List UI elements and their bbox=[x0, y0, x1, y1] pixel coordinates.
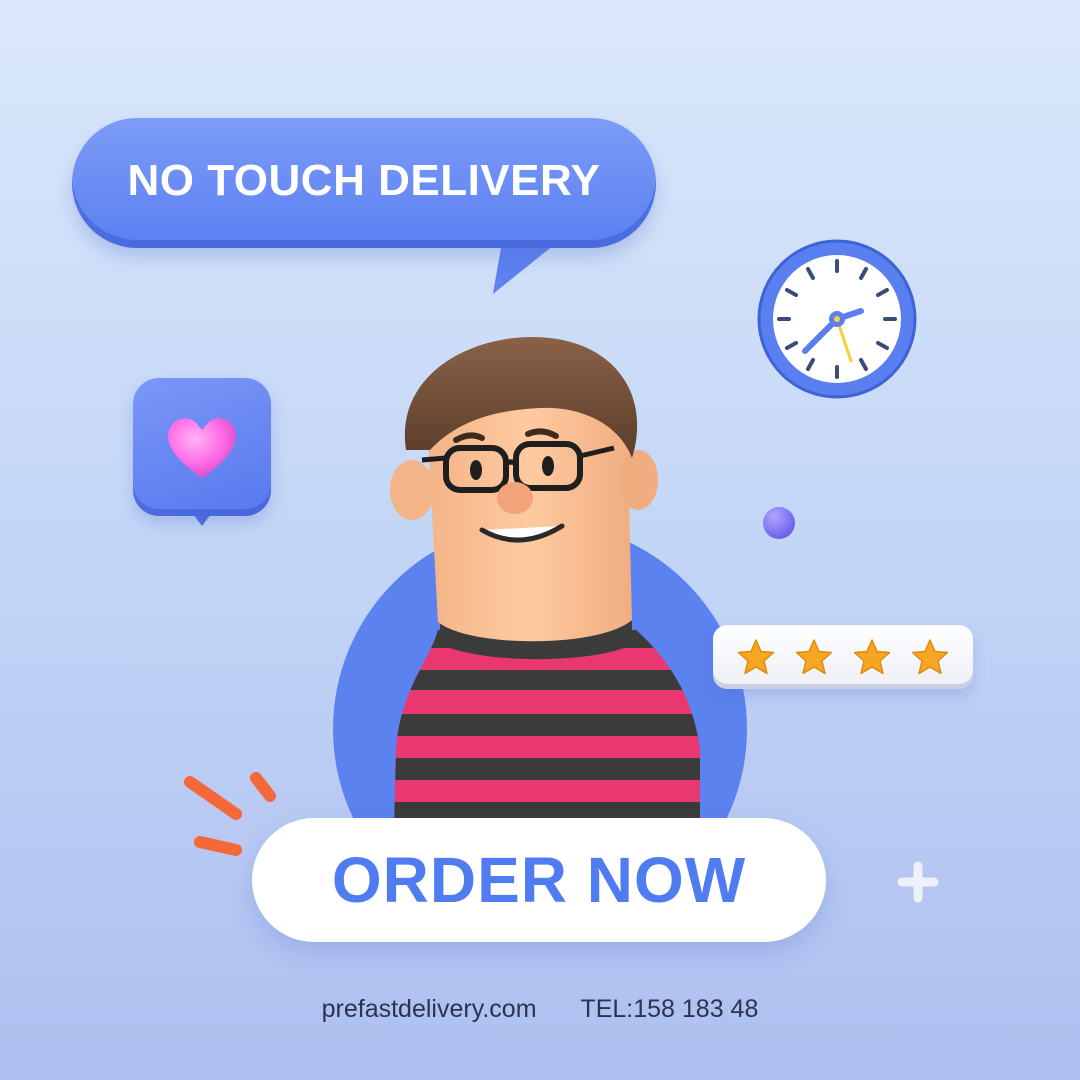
order-now-button[interactable]: ORDER NOW bbox=[252, 818, 826, 942]
heart-bubble bbox=[133, 378, 271, 516]
rating-card bbox=[713, 625, 973, 689]
character-avatar bbox=[390, 336, 700, 830]
footer: prefastdelivery.com TEL:158 183 48 bbox=[0, 995, 1080, 1024]
order-now-label: ORDER NOW bbox=[331, 844, 747, 916]
decorative-dot bbox=[763, 507, 795, 539]
website-link[interactable]: prefastdelivery.com bbox=[322, 995, 537, 1024]
headline-bubble: NO TOUCH DELIVERY bbox=[72, 118, 656, 248]
headline-text: NO TOUCH DELIVERY bbox=[127, 156, 601, 205]
plus-icon bbox=[897, 861, 939, 903]
star-icon bbox=[737, 639, 775, 675]
star-icon bbox=[911, 639, 949, 675]
heart-icon bbox=[168, 418, 236, 478]
star-icon bbox=[853, 639, 891, 675]
phone-number[interactable]: TEL:158 183 48 bbox=[580, 995, 758, 1024]
star-icon bbox=[795, 639, 833, 675]
clock-icon bbox=[757, 239, 917, 399]
